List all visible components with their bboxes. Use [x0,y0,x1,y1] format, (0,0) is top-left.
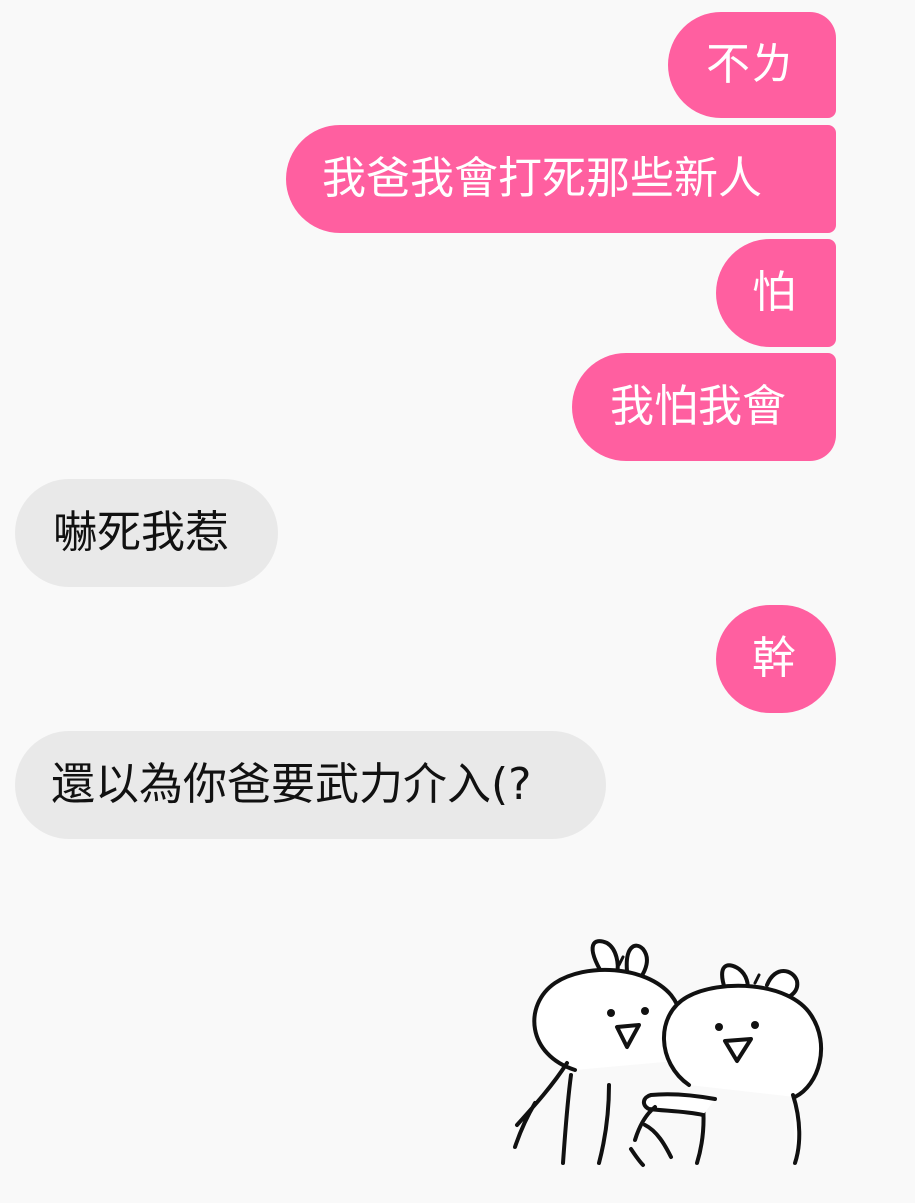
sent-message-bubble[interactable]: 我怕我會 [572,353,836,461]
message-text: 還以為你爸要武力介入(? [51,759,532,810]
sent-message-bubble[interactable]: 不ㄌ [668,12,836,118]
two-rabbits-hugging-sticker-icon [513,939,824,1167]
sent-message-bubble[interactable]: 怕 [716,239,836,347]
chat-conversation: 不ㄌ 我爸我會打死那些新人 怕 我怕我會 嚇死我惹 幹 還以為你爸要武力介入(? [0,0,915,1203]
message-text: 嚇死我惹 [53,507,229,558]
message-text: 不ㄌ [706,39,794,90]
message-text: 怕 [752,267,796,318]
message-text: 我怕我會 [610,381,786,432]
sticker-message[interactable] [505,935,840,1170]
received-message-bubble[interactable]: 還以為你爸要武力介入(? [15,731,606,839]
received-message-bubble[interactable]: 嚇死我惹 [15,479,278,587]
sent-message-bubble[interactable]: 幹 [716,605,836,713]
message-text: 我爸我會打死那些新人 [322,153,762,204]
message-text: 幹 [752,633,796,684]
sent-message-bubble[interactable]: 我爸我會打死那些新人 [286,125,836,233]
